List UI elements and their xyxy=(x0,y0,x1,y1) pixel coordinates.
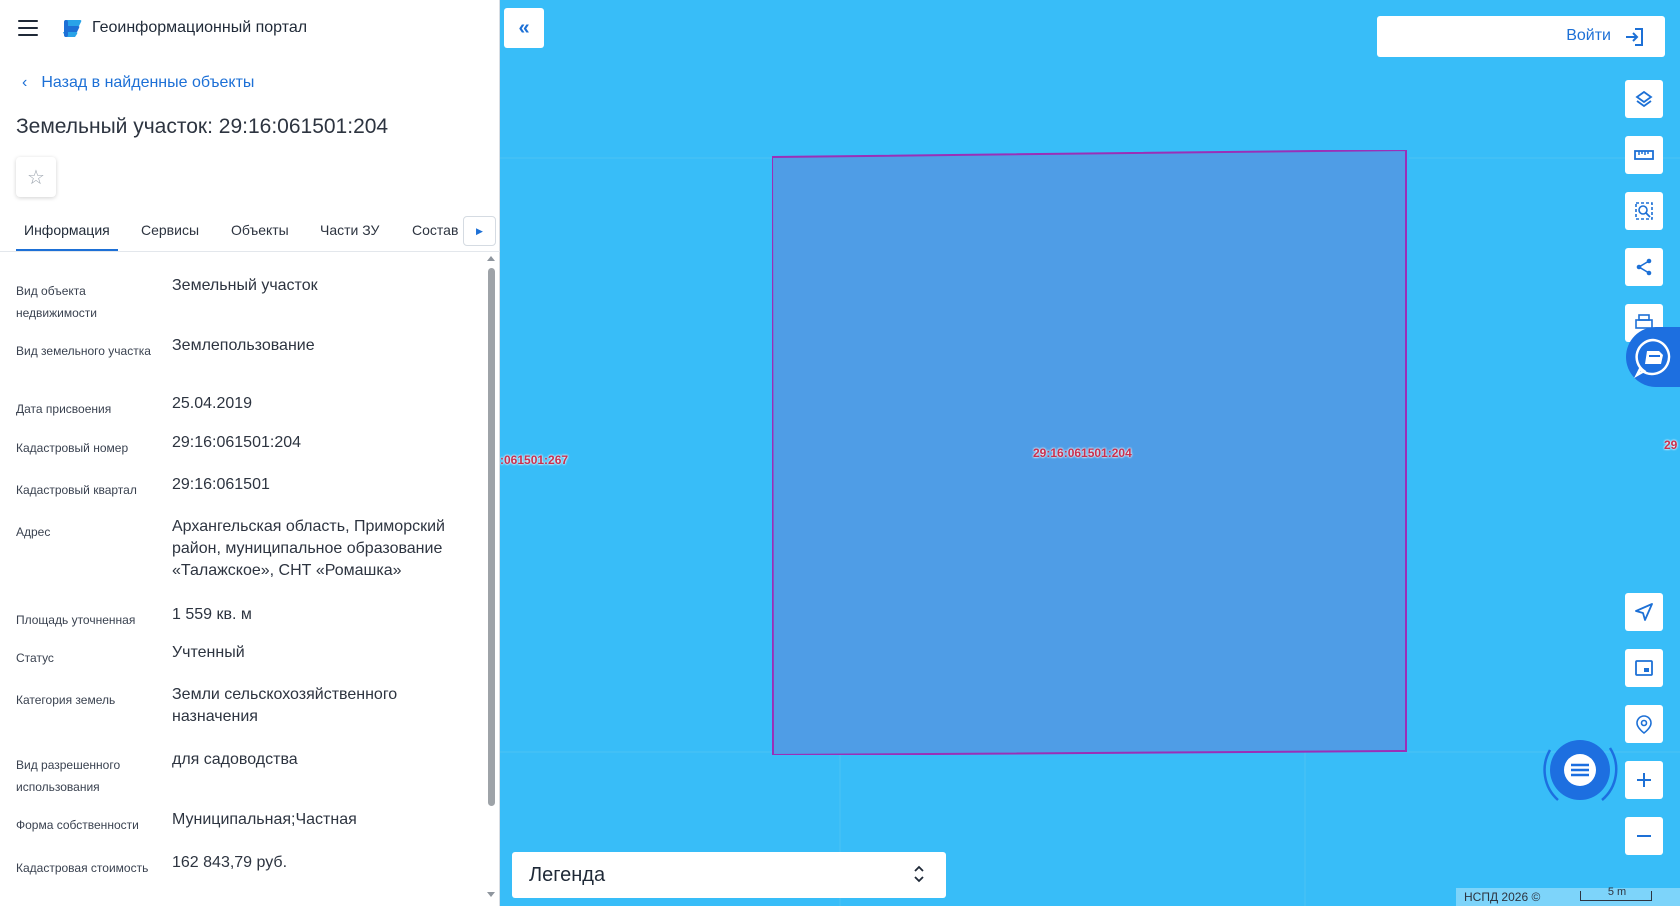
info-value: Земли сельскохозяйственного назначения xyxy=(172,686,398,725)
zoom-in-button[interactable] xyxy=(1625,761,1663,799)
info-label: Адрес xyxy=(16,525,51,539)
scroll-down-arrow[interactable] xyxy=(487,892,495,897)
tab-services[interactable]: Сервисы xyxy=(141,222,199,238)
chevron-left-icon: ‹ xyxy=(22,74,28,91)
area-search-icon xyxy=(1635,202,1653,220)
info-label: Вид земельного участка xyxy=(16,344,151,358)
navigate-icon xyxy=(1635,603,1653,621)
app-title: Геоинформационный портал xyxy=(92,19,308,36)
double-chevron-left-icon: « xyxy=(518,16,530,39)
hamburger-icon[interactable] xyxy=(18,20,38,36)
share-button[interactable] xyxy=(1625,248,1663,286)
info-value: Муниципальная;Частная xyxy=(172,811,357,828)
info-list: Вид объекта недвижимости Земельный участ… xyxy=(0,252,486,906)
login-button[interactable]: Войти xyxy=(1377,16,1665,57)
share-icon xyxy=(1636,258,1652,276)
login-icon xyxy=(1626,28,1643,46)
chat-button[interactable] xyxy=(1538,728,1622,812)
layers-icon xyxy=(1635,90,1653,108)
info-label: Дата присвоения xyxy=(16,402,112,416)
scrollbar-thumb[interactable] xyxy=(488,268,495,806)
portal-logo-icon[interactable] xyxy=(60,16,84,40)
collapse-panel-button[interactable]: « xyxy=(504,8,544,48)
tab-composition[interactable]: Состав xyxy=(412,222,458,238)
neighbor-parcel-label: :061501:267 xyxy=(500,453,569,467)
parcel-label: 29:16:061501:204 xyxy=(1033,446,1132,460)
scale-label: 5 m xyxy=(1607,886,1627,898)
layers-button[interactable] xyxy=(1625,80,1663,118)
location-search-icon xyxy=(1636,715,1652,734)
info-value: Землепользование xyxy=(172,337,315,354)
minimap-icon xyxy=(1635,660,1653,676)
info-value: 29:16:061501 xyxy=(172,476,270,493)
chevron-updown-icon xyxy=(914,865,924,883)
login-label: Войти xyxy=(1566,27,1611,44)
chevron-right-icon: ▶ xyxy=(476,225,483,236)
info-value: Земельный участок xyxy=(172,277,318,294)
info-label: Статус xyxy=(16,651,54,665)
scale-bar: 5 m xyxy=(1580,886,1652,901)
zoom-out-button[interactable] xyxy=(1625,817,1663,855)
zoom-out-icon xyxy=(1637,835,1651,837)
chat-icon xyxy=(1543,740,1618,801)
info-label: Площадь уточненная xyxy=(16,613,136,627)
info-value: Архангельская область, Приморский район,… xyxy=(172,518,445,579)
info-value: 162 843,79 руб. xyxy=(172,854,288,871)
info-value: 1 559 кв. м xyxy=(172,606,252,623)
location-search-button[interactable] xyxy=(1625,705,1663,743)
active-tab-indicator xyxy=(16,249,118,251)
zoom-in-icon xyxy=(1637,773,1651,787)
info-label: Вид объекта недвижимости xyxy=(16,284,97,320)
neighbor-parcel-label-right: 29 xyxy=(1664,438,1678,452)
tabs-scroll-right-button[interactable]: ▶ xyxy=(463,216,496,246)
back-to-results-link[interactable]: ‹ Назад в найденные объекты xyxy=(22,74,254,92)
info-value: 29:16:061501:204 xyxy=(172,434,302,451)
info-label: Кадастровый номер xyxy=(16,441,129,455)
tab-information[interactable]: Информация xyxy=(24,222,110,238)
scroll-up-arrow[interactable] xyxy=(487,256,495,261)
tab-objects[interactable]: Объекты xyxy=(231,222,289,238)
info-label: Форма собственности xyxy=(16,818,139,832)
star-icon: ☆ xyxy=(27,166,45,189)
copyright-text: НСПД 2026 © xyxy=(1464,890,1541,904)
back-label: Назад в найденные объекты xyxy=(41,74,255,91)
panel-header: Геоинформационный портал xyxy=(0,0,500,56)
legend-label: Легенда xyxy=(529,864,606,886)
ruler-icon xyxy=(1634,150,1654,160)
info-label: Кадастровый квартал xyxy=(16,483,137,497)
object-title: Земельный участок: 29:16:061501:204 xyxy=(16,115,389,138)
info-panel: Геоинформационный портал ‹ Назад в найден… xyxy=(0,0,500,906)
info-value: Учтенный xyxy=(172,644,245,661)
minimap-button[interactable] xyxy=(1625,649,1663,687)
favorite-button[interactable]: ☆ xyxy=(16,157,56,197)
legend-dropdown[interactable]: Легенда xyxy=(512,852,946,898)
info-label: Вид разрешенного использования xyxy=(16,758,121,794)
info-value: 25.04.2019 xyxy=(172,395,253,412)
tab-bar: Информация Сервисы Объекты Части ЗУ Сост… xyxy=(0,212,500,252)
info-label: Категория земель xyxy=(16,693,116,707)
feedback-button[interactable] xyxy=(1626,327,1680,387)
measure-button[interactable] xyxy=(1625,136,1663,174)
navigate-button[interactable] xyxy=(1625,593,1663,631)
feedback-icon xyxy=(1634,338,1671,378)
info-value: для садоводства xyxy=(172,751,298,768)
area-search-button[interactable] xyxy=(1625,192,1663,230)
info-label: Кадастровая стоимость xyxy=(16,861,149,875)
tab-land-parts[interactable]: Части ЗУ xyxy=(320,222,379,238)
